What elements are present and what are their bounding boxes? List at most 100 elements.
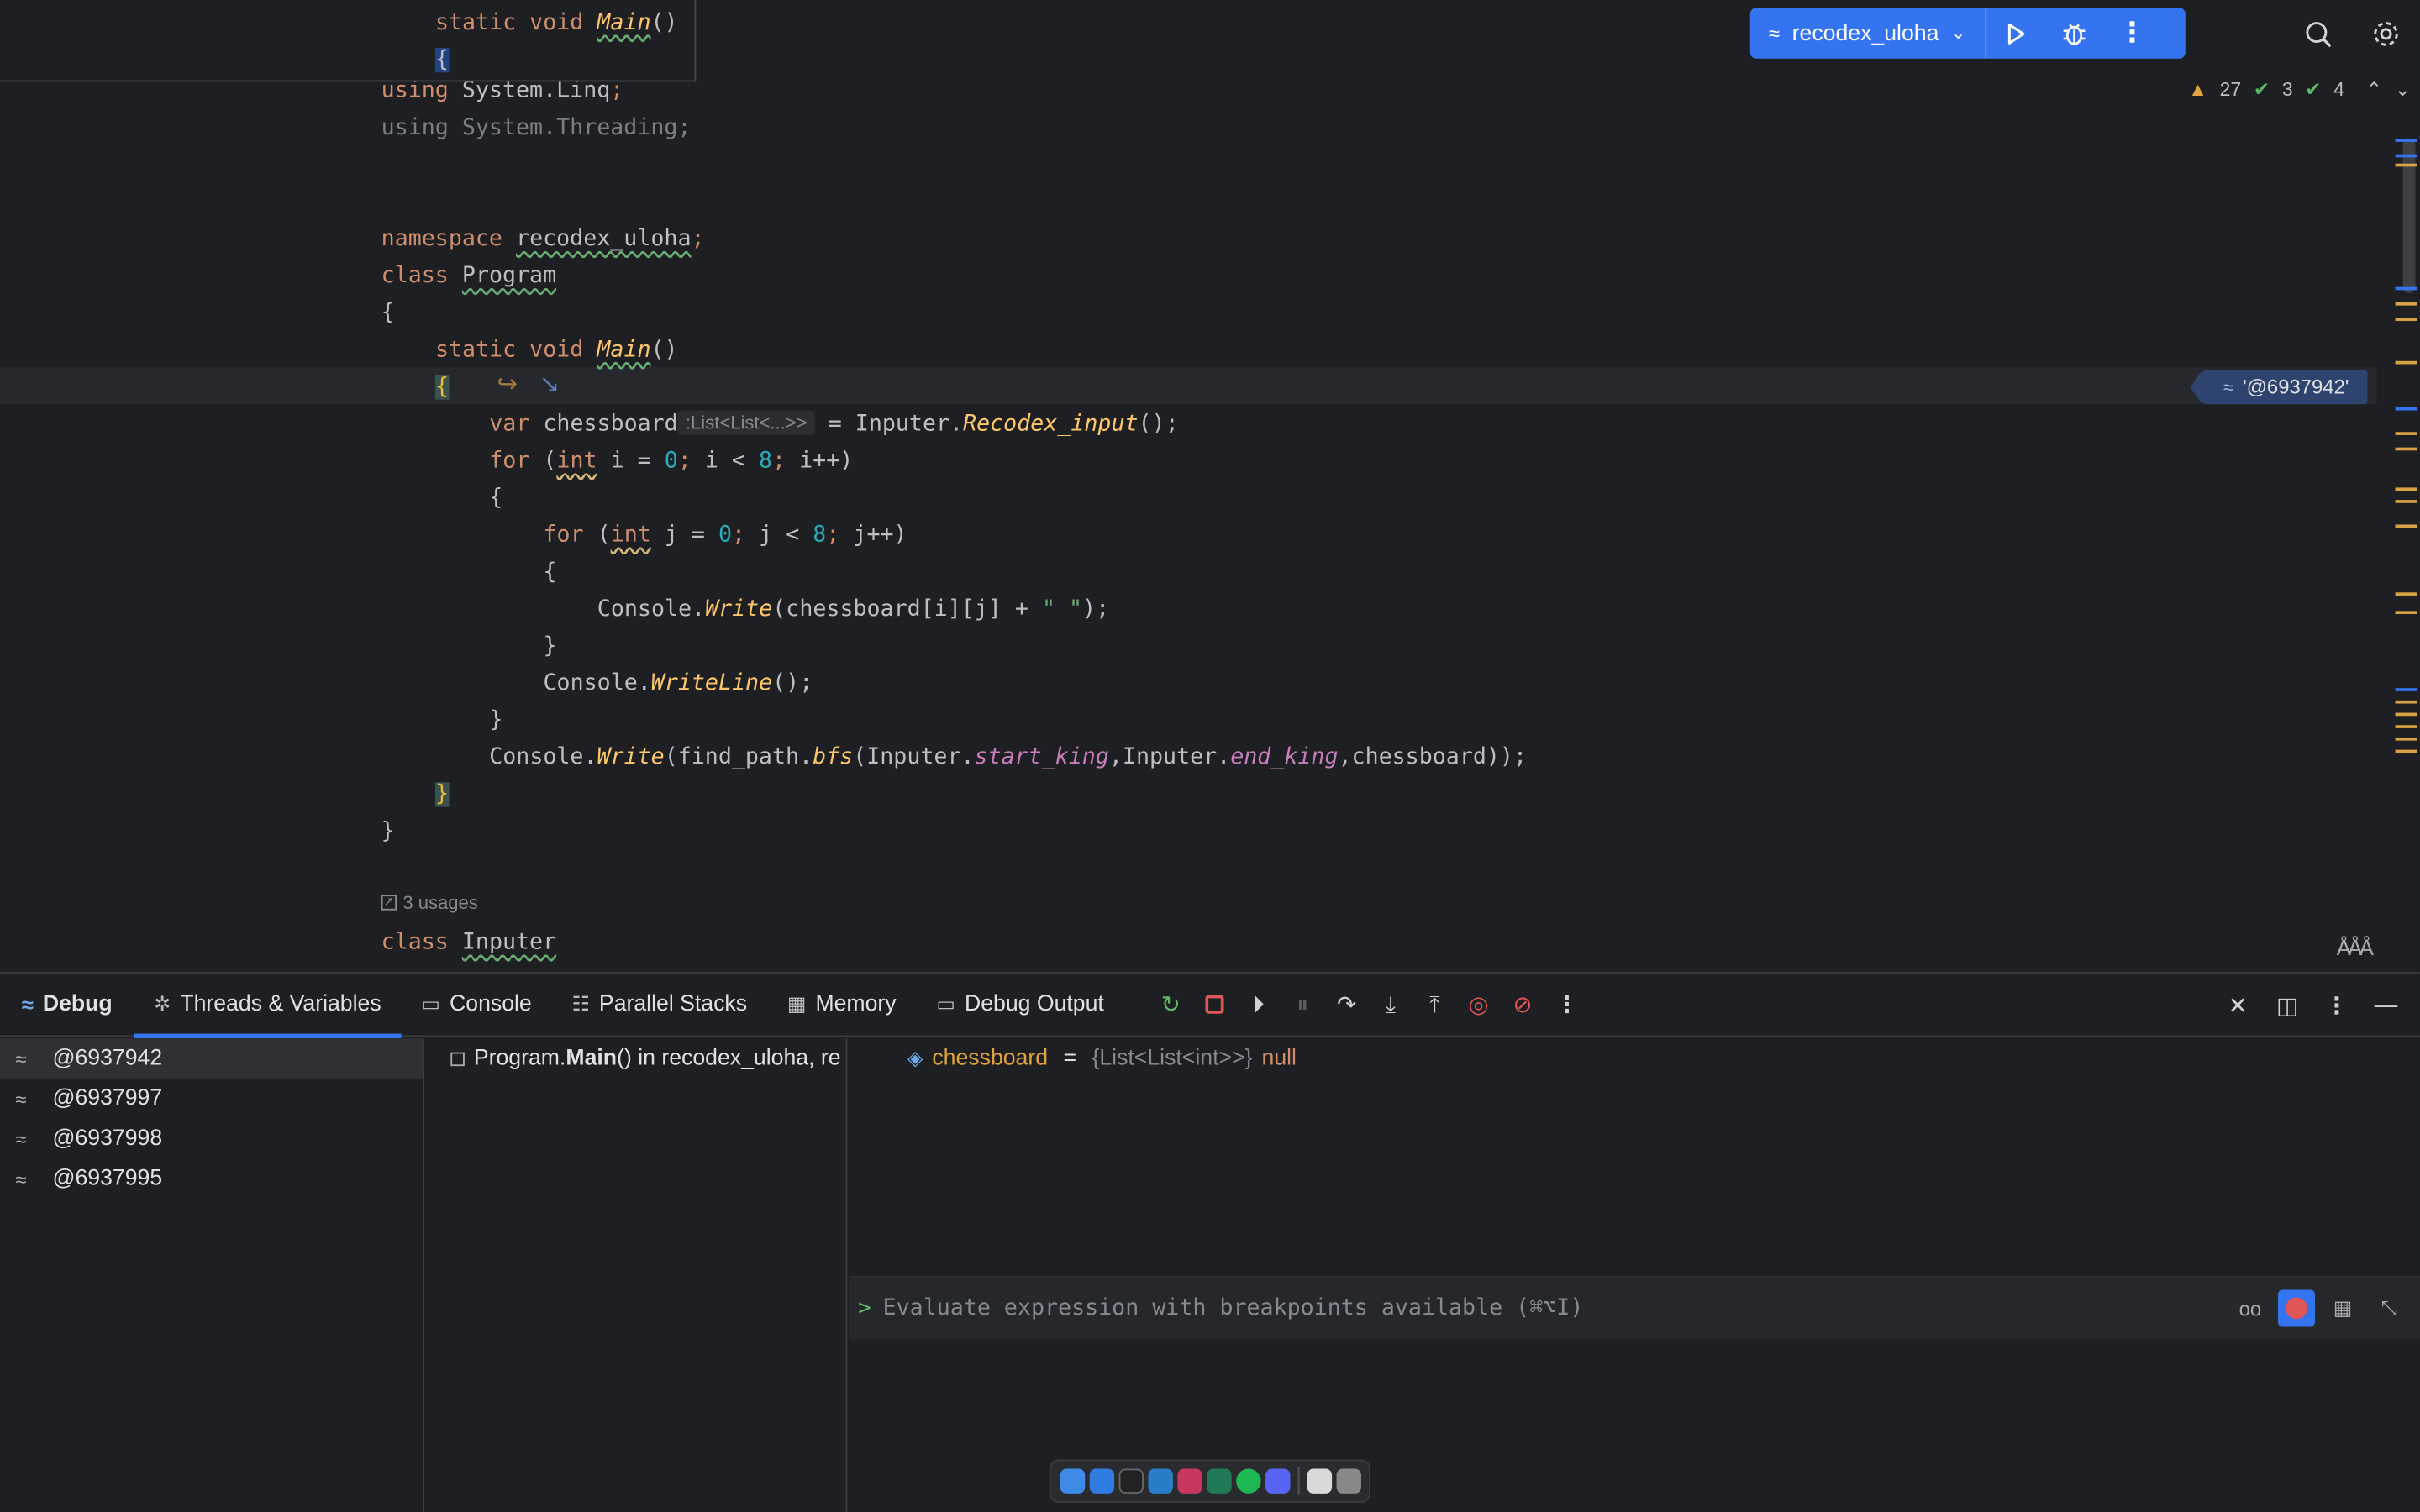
usages-hint[interactable]: ↗ 3 usages — [381, 892, 478, 913]
code-area[interactable]: using System.Linq; using System.Threadin… — [0, 0, 2361, 972]
previous-highlight-icon[interactable]: ⌃ — [2366, 77, 2382, 101]
tab-memory[interactable]: ▦ Memory — [767, 973, 917, 1036]
evaluate-mode-button[interactable] — [2277, 1289, 2316, 1327]
marker[interactable] — [2395, 286, 2417, 291]
marker[interactable] — [2395, 688, 2417, 691]
marker[interactable] — [2395, 712, 2417, 717]
layout-button[interactable]: ◫ — [2263, 984, 2312, 1026]
thread-item[interactable]: ≈ @6937942 — [0, 1038, 424, 1079]
marker[interactable] — [2395, 487, 2417, 491]
marker[interactable] — [2395, 500, 2417, 503]
stop-button[interactable] — [1192, 983, 1236, 1026]
run-to-cursor-icon[interactable]: ↘ — [539, 369, 560, 400]
evaluate-actions: oo ▦ ⤡ — [2232, 1289, 2407, 1327]
tab-console[interactable]: ▭ Console — [402, 973, 552, 1036]
sticky-line: { — [434, 47, 449, 73]
variable-row[interactable]: ◈ chessboard = {List<List<int>>} null — [849, 1038, 2420, 1079]
collapse-button[interactable]: ⤡ — [2370, 1289, 2407, 1326]
inspections-widget[interactable]: ▲ 27 ✔ 3 ✔ 4 ⌃ ⌄ — [2188, 77, 2411, 101]
sticky-line: static void Main() — [434, 10, 678, 36]
evaluate-expression-input[interactable] — [882, 1295, 2211, 1321]
frame-item[interactable]: Program.Main() in recodex_uloha, re — [426, 1038, 846, 1079]
debug-button[interactable] — [2044, 8, 2103, 59]
tab-threads-variables[interactable]: ✲ Threads & Variables — [134, 973, 402, 1038]
trash-icon[interactable] — [1335, 1468, 1361, 1494]
more-actions-button[interactable]: ⋮ — [2103, 8, 2162, 59]
error-stripe[interactable] — [2389, 123, 2420, 771]
terminal-icon[interactable] — [1118, 1468, 1144, 1494]
finder-icon[interactable] — [1059, 1468, 1085, 1494]
thread-item[interactable]: ≈ @6937998 — [0, 1119, 423, 1159]
rider-icon[interactable] — [1176, 1468, 1202, 1494]
hide-button[interactable]: — — [2361, 984, 2411, 1026]
document-icon[interactable] — [1306, 1468, 1332, 1494]
step-into-icon: ⤓ — [1385, 991, 1397, 1018]
step-over-icon[interactable]: ↪ — [497, 369, 518, 400]
vscode-icon[interactable] — [1147, 1468, 1172, 1494]
marker[interactable] — [2395, 154, 2417, 158]
code-editor[interactable]: using System.Linq; using System.Threadin… — [0, 0, 2420, 973]
search-button[interactable] — [2300, 15, 2337, 52]
step-into-button[interactable]: ⤓ — [1369, 983, 1413, 1026]
settings-button[interactable] — [2367, 15, 2404, 52]
evaluate-icon — [2286, 1297, 2307, 1320]
tab-parallel-stacks[interactable]: ☷ Parallel Stacks — [552, 973, 767, 1036]
marker[interactable] — [2395, 360, 2417, 365]
inline-debug-value[interactable]: ≈ '@6937942' — [2189, 370, 2368, 405]
marker[interactable] — [2395, 432, 2417, 435]
marker[interactable] — [2395, 447, 2417, 451]
marker[interactable] — [2395, 407, 2417, 411]
run-configuration-selector[interactable]: ≈ recodex_uloha ⌄ — [1750, 8, 1986, 59]
marker[interactable] — [2395, 725, 2417, 728]
resume-button[interactable]: ⏵ — [1237, 983, 1281, 1026]
run-button[interactable] — [1986, 8, 2044, 59]
options-button[interactable]: ⋮ — [2312, 984, 2361, 1026]
spotify-icon[interactable] — [1235, 1468, 1260, 1494]
debug-window-controls: ✕ ◫ ⋮ — — [2213, 974, 2411, 1037]
run-configuration-label: recodex_uloha — [1791, 20, 1939, 46]
thread-item[interactable]: ≈ @6937997 — [0, 1079, 423, 1119]
view-breakpoints-button[interactable]: ◎ — [1457, 983, 1501, 1026]
step-out-button[interactable]: ⤒ — [1413, 983, 1456, 1026]
gear-icon — [2374, 22, 2398, 46]
sticky-scroll-header[interactable]: static void Main() { — [0, 0, 697, 82]
discord-icon[interactable] — [1265, 1468, 1290, 1494]
dock-separator — [1297, 1467, 1299, 1495]
reader-mode-icon[interactable]: ÅÅÅ — [2337, 935, 2374, 959]
marker[interactable] — [2395, 592, 2417, 596]
step-over-button[interactable]: ↷ — [1324, 983, 1368, 1026]
marker[interactable] — [2395, 611, 2417, 615]
mute-breakpoints-button[interactable]: ⊘ — [1501, 983, 1544, 1026]
inline-step-actions: ↪ ↘ — [497, 369, 560, 400]
debug-actions: ↻ ⏵ ⏸ ↷ ⤓ ⤒ ◎ ⊘ ⋮ — [1149, 983, 1588, 1026]
marker[interactable] — [2395, 139, 2417, 142]
marker[interactable] — [2395, 318, 2417, 322]
code-line: Console.Write(chessboard[i][j] + " "); — [597, 596, 1110, 622]
marker[interactable] — [2395, 302, 2417, 306]
marker[interactable] — [2395, 749, 2417, 753]
rerun-button[interactable]: ↻ — [1149, 983, 1192, 1026]
evaluate-prompt: > — [858, 1295, 871, 1321]
resume-icon: ⏵ — [1253, 991, 1265, 1018]
warning-icon: ▲ — [2188, 77, 2207, 100]
marker[interactable] — [2395, 163, 2417, 167]
marker[interactable] — [2395, 737, 2417, 741]
add-watch-button[interactable]: oo — [2232, 1289, 2269, 1326]
calculator-button[interactable]: ▦ — [2324, 1289, 2361, 1326]
app-icon[interactable] — [1206, 1468, 1231, 1494]
run-toolbar: ≈ recodex_uloha ⌄ ⋮ — [1749, 8, 2186, 59]
more-debug-actions-button[interactable]: ⋮ — [1544, 983, 1588, 1026]
code-line: { — [381, 301, 395, 326]
pause-button[interactable]: ⏸ — [1281, 983, 1324, 1026]
tab-debug-output[interactable]: ▭ Debug Output — [917, 973, 1124, 1036]
close-session-button[interactable]: ✕ — [2213, 984, 2263, 1026]
stop-icon — [1205, 995, 1224, 1014]
debug-tool-window: ≈ Debug ✲ Threads & Variables ▭ Console … — [0, 972, 2420, 1512]
thread-item[interactable]: ≈ @6937995 — [0, 1158, 423, 1199]
stacks-icon: ☷ — [571, 991, 590, 1016]
safari-icon[interactable] — [1088, 1468, 1114, 1494]
tab-label: Threads & Variables — [180, 991, 381, 1017]
next-highlight-icon[interactable]: ⌄ — [2395, 77, 2411, 101]
marker[interactable] — [2395, 524, 2417, 528]
marker[interactable] — [2395, 700, 2417, 704]
